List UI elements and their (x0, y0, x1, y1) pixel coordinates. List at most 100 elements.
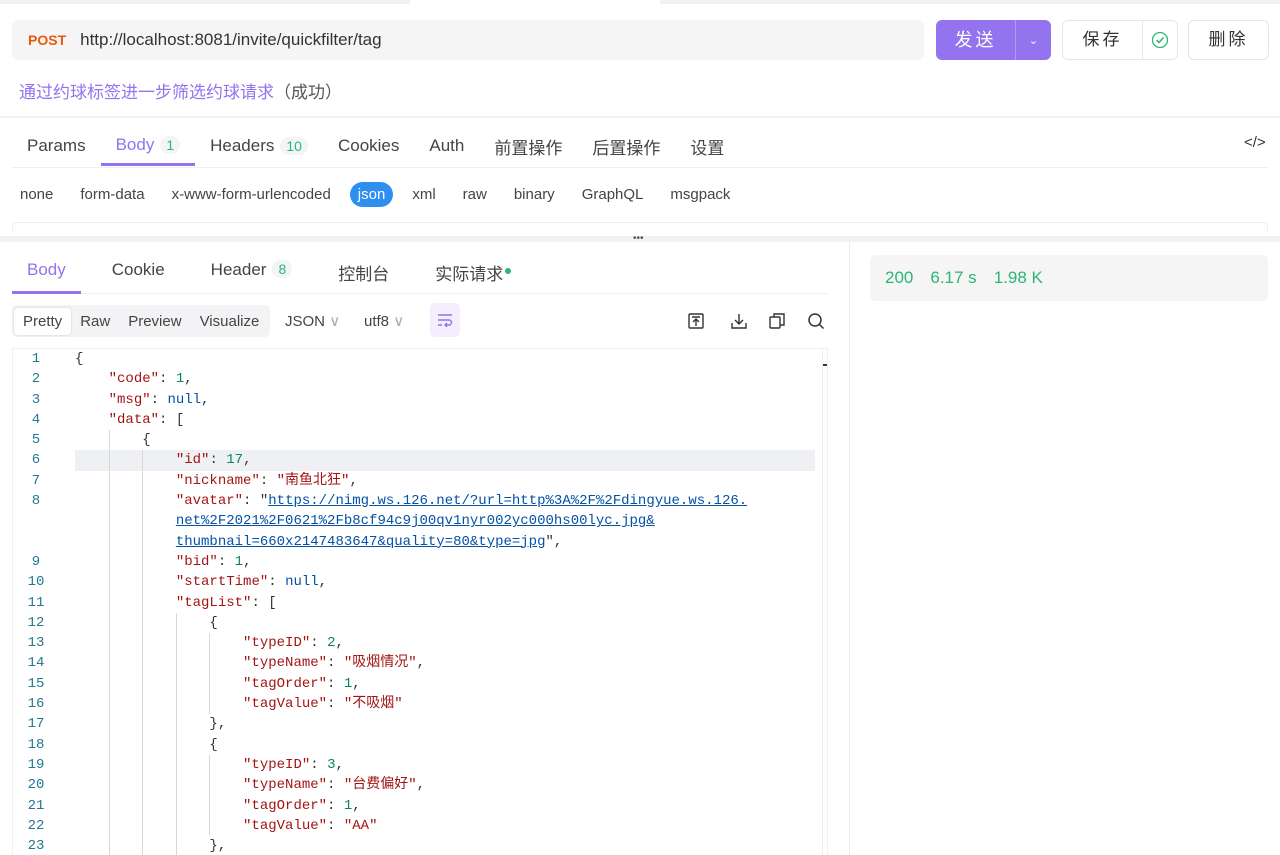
code-token: , (352, 797, 361, 814)
encoding-value: utf8 (364, 313, 390, 330)
method-select[interactable]: POST (28, 32, 66, 48)
tab-cookies[interactable]: Cookies (323, 126, 414, 166)
body-type-msgpack[interactable]: msgpack (662, 182, 738, 207)
line-number: 2 (31, 371, 41, 388)
code-line: "typeID": 3, (75, 754, 815, 776)
code-token: "startTime" (175, 574, 269, 591)
body-editor[interactable] (12, 222, 1268, 233)
scrollbar[interactable] (822, 349, 823, 855)
grip-icon[interactable]: ••• (633, 234, 644, 244)
code-token: "bid" (175, 553, 218, 570)
body-type-form-data[interactable]: form-data (72, 182, 152, 207)
tab-settings[interactable]: 设置 (675, 126, 739, 166)
tab-post-script[interactable]: 后置操作 (577, 126, 675, 166)
tab-response-header[interactable]: Header 8 (196, 250, 308, 294)
code-token: null (285, 574, 319, 591)
code-content[interactable]: { "code": 1, "msg": null, "data": [ { "i… (75, 349, 815, 855)
line-number: 4 (31, 411, 41, 428)
body-type-json[interactable]: json (349, 182, 394, 207)
code-icon[interactable]: </> (1244, 134, 1266, 151)
view-pretty[interactable]: Pretty (14, 307, 72, 335)
body-type-raw[interactable]: raw (455, 182, 495, 207)
indent-guide (142, 754, 144, 776)
body-type-none[interactable]: none (12, 182, 61, 207)
code-token: "typeName" (243, 655, 328, 672)
export-icon[interactable] (686, 311, 706, 331)
tab-actual-request[interactable]: 实际请求 (420, 250, 526, 294)
code-token: 1 (234, 553, 244, 570)
tab-params[interactable]: Params (12, 126, 101, 166)
url-bar[interactable]: POST http://localhost:8081/invite/quickf… (12, 20, 924, 60)
indent-guide (209, 653, 211, 674)
url-link[interactable]: net%2F2021%2F0621%2Fb8cf94c9j00qv1nyr002… (176, 513, 655, 529)
code-token: : (327, 675, 344, 692)
indent-guide (108, 551, 110, 573)
body-type-xml[interactable]: xml (404, 182, 443, 207)
word-wrap-button[interactable] (430, 303, 460, 337)
tab-label: Body (27, 260, 66, 279)
code-token: "typeID" (243, 635, 311, 652)
body-type-urlencoded[interactable]: x-www-form-urlencoded (164, 182, 339, 207)
code-token: , (184, 371, 193, 388)
send-label[interactable]: 发送 (936, 20, 1016, 60)
tab-auth[interactable]: Auth (414, 126, 479, 166)
tab-response-body[interactable]: Body (12, 250, 81, 294)
delete-button[interactable]: 删除 (1188, 20, 1269, 60)
tab-response-cookie[interactable]: Cookie (97, 250, 180, 294)
format-select[interactable]: JSON ∨ (285, 312, 340, 330)
indent-guide (108, 592, 110, 613)
tab-headers[interactable]: Headers 10 (195, 126, 323, 166)
copy-icon[interactable] (767, 311, 787, 331)
tab-console[interactable]: 控制台 (323, 250, 404, 294)
code-token: : [ (251, 594, 277, 611)
line-number: 13 (27, 635, 45, 652)
code-line: { (75, 349, 815, 369)
scrollbar-thumb[interactable] (823, 364, 827, 366)
code-token: { (142, 432, 151, 449)
line-number: 9 (31, 553, 41, 570)
tab-label: 实际请求 (435, 265, 504, 284)
code-token: "typeID" (243, 756, 311, 773)
code-token: , (352, 675, 361, 692)
request-name[interactable]: 通过约球标签进一步筛选约球请求 (19, 83, 274, 102)
indent-guide (209, 795, 211, 816)
view-visualize[interactable]: Visualize (191, 308, 269, 335)
line-number: 19 (27, 756, 45, 773)
code-token: 17 (226, 452, 244, 469)
response-code-viewer[interactable]: 1 2 3 4 5 6 7 8 9 10 11 12 13 14 15 16 17 18 19 20 21 22 23 { … (12, 348, 828, 855)
code-token: "tagOrder" (243, 797, 328, 814)
download-icon[interactable] (729, 311, 749, 331)
chevron-down-icon[interactable]: ⌄ (1016, 34, 1051, 47)
panel-divider[interactable] (849, 242, 850, 855)
indent-guide (175, 836, 177, 855)
indent-guide (175, 795, 177, 816)
search-icon[interactable] (806, 311, 826, 331)
indent-guide (108, 430, 110, 451)
body-type-graphql[interactable]: GraphQL (574, 182, 652, 207)
code-token: : (209, 452, 227, 469)
code-token: , (243, 553, 252, 570)
check-circle-icon[interactable] (1143, 31, 1177, 49)
code-token: : " (243, 493, 269, 510)
url-link[interactable]: thumbnail=660x2147483647&quality=80&type… (176, 534, 546, 550)
encoding-select[interactable]: utf8 ∨ (364, 312, 404, 330)
line-number: 6 (31, 452, 41, 469)
code-line: "tagOrder": 1, (75, 795, 815, 816)
line-number: 8 (31, 493, 41, 510)
save-label[interactable]: 保存 (1063, 21, 1143, 59)
url-link[interactable]: https://nimg.ws.126.net/?url=http%3A%2F%… (268, 493, 747, 509)
save-button[interactable]: 保存 (1062, 20, 1178, 60)
code-token: "tagList" (175, 594, 252, 611)
body-type-binary[interactable]: binary (506, 182, 563, 207)
tab-pre-script[interactable]: 前置操作 (479, 126, 577, 166)
code-token: { (75, 351, 84, 367)
indent-guide (142, 551, 144, 573)
indent-guide (209, 673, 211, 695)
view-preview[interactable]: Preview (119, 308, 190, 335)
indent-guide (209, 633, 211, 654)
send-button[interactable]: 发送 ⌄ (936, 20, 1051, 60)
code-token: "AA" (343, 817, 378, 834)
view-raw[interactable]: Raw (71, 308, 119, 335)
url-input[interactable]: http://localhost:8081/invite/quickfilter… (80, 30, 381, 50)
tab-body[interactable]: Body 1 (100, 126, 196, 166)
